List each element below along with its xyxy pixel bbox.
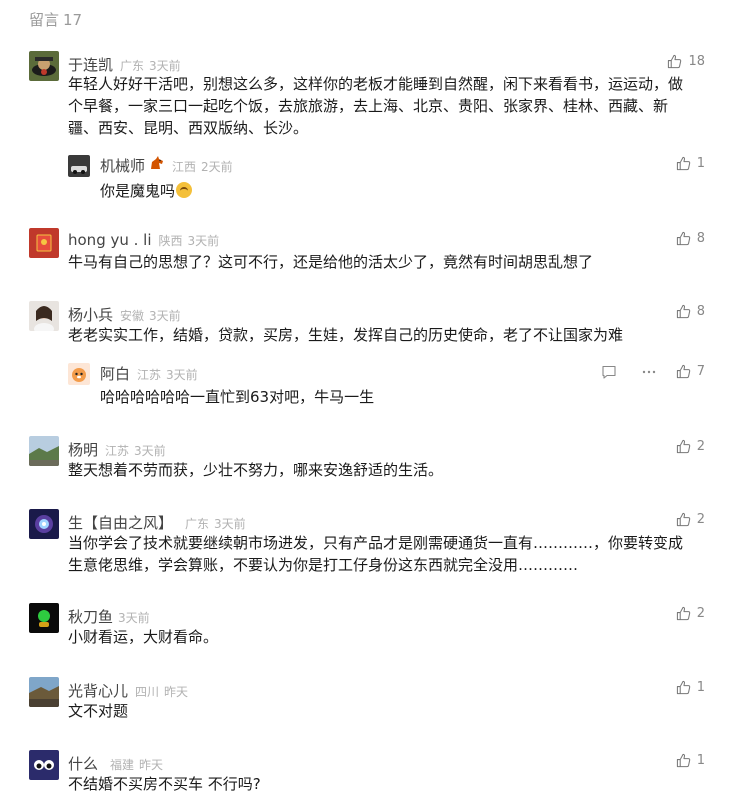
avatar[interactable] (68, 363, 90, 385)
comment-time: 昨天 (139, 758, 164, 772)
commenter-name[interactable]: 杨明 (68, 439, 98, 460)
laughing-emoji-icon (176, 182, 193, 198)
like-count: 8 (696, 304, 705, 319)
like-count: 1 (696, 156, 705, 171)
like-count: 7 (696, 364, 705, 379)
avatar[interactable] (29, 51, 59, 81)
like-button[interactable]: 18 (667, 54, 705, 69)
avatar[interactable] (29, 677, 59, 707)
like-button[interactable]: 2 (676, 439, 705, 454)
comment-time: 3天前 (214, 517, 246, 531)
thumbs-up-icon (676, 680, 690, 695)
avatar[interactable] (29, 436, 59, 466)
commenter-name[interactable]: 光背心儿 (68, 680, 128, 701)
avatar[interactable] (68, 155, 90, 177)
comment-text: 文不对题 (68, 702, 129, 720)
thumbs-up-icon (676, 156, 690, 171)
like-count: 2 (696, 512, 705, 527)
like-count: 1 (696, 680, 705, 695)
commenter-location: 广东 (185, 517, 210, 531)
reply-text: 哈哈哈哈哈哈一直忙到63对吧，牛马一生 (100, 388, 375, 406)
reply-text-content: 你是魔鬼吗 (100, 182, 176, 200)
thumbs-up-icon (676, 304, 690, 319)
like-count: 8 (696, 231, 705, 246)
comment-time: 昨天 (164, 685, 189, 699)
like-count: 1 (696, 753, 705, 768)
like-button[interactable]: 2 (676, 512, 705, 527)
like-button[interactable]: 1 (676, 680, 705, 695)
commenter-location: 福建 (110, 758, 135, 772)
comment-time: 3天前 (134, 444, 166, 458)
like-count: 18 (688, 54, 705, 69)
comment-time: 3天前 (187, 234, 220, 248)
like-button[interactable]: 7 (676, 364, 705, 379)
like-button[interactable]: 1 (676, 753, 705, 768)
commenter-name[interactable]: hong yu . li (68, 231, 152, 249)
comment-text: 老老实实工作，结婚，贷款，买房，生娃，发挥自己的历史使命，老了不让国家为难 (68, 326, 624, 344)
commenter-name[interactable]: 生【自由之风】 (68, 512, 173, 533)
reply-actions (601, 364, 657, 380)
comment-text: 不结婚不买房不买车 不行吗? (68, 775, 261, 793)
thumbs-up-icon (676, 439, 690, 454)
thumbs-up-icon (676, 753, 690, 768)
commenter-location: 广东 (120, 59, 145, 73)
like-button[interactable]: 1 (676, 156, 705, 171)
comment-text: 小财看运，大财看命。 (68, 628, 219, 646)
replier-location: 江西 (172, 160, 197, 174)
thumbs-up-icon (668, 54, 682, 69)
thumbs-up-icon (676, 231, 690, 246)
thumbs-up-icon (676, 364, 690, 379)
comment-time: 3天前 (149, 309, 181, 323)
commenter-name[interactable]: 杨小兵 (68, 304, 113, 325)
like-count: 2 (696, 606, 705, 621)
comments-count: 17 (63, 11, 83, 29)
avatar[interactable] (29, 228, 59, 258)
like-count: 2 (696, 439, 705, 454)
avatar[interactable] (29, 603, 59, 633)
reply-time: 2天前 (201, 160, 233, 174)
commenter-location: 安徽 (120, 309, 145, 323)
more-icon[interactable] (641, 364, 657, 380)
avatar[interactable] (29, 509, 59, 539)
comment-text: 牛马有自己的思想了？这可不行，还是给他的活太少了，竟然有时间胡思乱想了 (68, 253, 594, 271)
thumbs-up-icon (676, 606, 690, 621)
comment-time: 3天前 (118, 611, 150, 625)
comments-title: 留言 (29, 11, 60, 29)
commenter-location: 陕西 (158, 234, 183, 248)
like-button[interactable]: 8 (676, 304, 705, 319)
commenter-name[interactable]: 什么 (68, 753, 98, 774)
replier-name[interactable]: 机械师 (100, 155, 145, 176)
replier-location: 江苏 (137, 368, 162, 382)
horse-badge-icon (149, 155, 165, 171)
commenter-name[interactable]: 秋刀鱼 (68, 606, 113, 627)
comment-time: 3天前 (149, 59, 181, 73)
reply-time: 3天前 (166, 368, 198, 382)
avatar[interactable] (29, 750, 59, 780)
comment-text: 年轻人好好干活吧，别想这么多，这样你的老板才能睡到自然醒，闲下来看看书，运运动，… (68, 75, 684, 137)
comment-text: 整天想着不劳而获，少壮不努力，哪来安逸舒适的生活。 (68, 461, 444, 479)
comments-header: 留言 17 (29, 9, 82, 30)
thumbs-up-icon (676, 512, 690, 527)
commenter-location: 江苏 (105, 444, 130, 458)
commenter-location: 四川 (135, 685, 160, 699)
comment-text: 当你学会了技术就要继续朝市场进发，只有产品才是刚需硬通货一直有…………，你要转变… (68, 534, 684, 574)
commenter-name[interactable]: 于连凯 (68, 54, 113, 75)
avatar[interactable] (29, 301, 59, 331)
replier-name[interactable]: 阿白 (100, 363, 130, 384)
like-button[interactable]: 2 (676, 606, 705, 621)
reply-text: 你是魔鬼吗 (100, 180, 193, 202)
comment-icon[interactable] (601, 364, 617, 380)
like-button[interactable]: 8 (676, 231, 705, 246)
